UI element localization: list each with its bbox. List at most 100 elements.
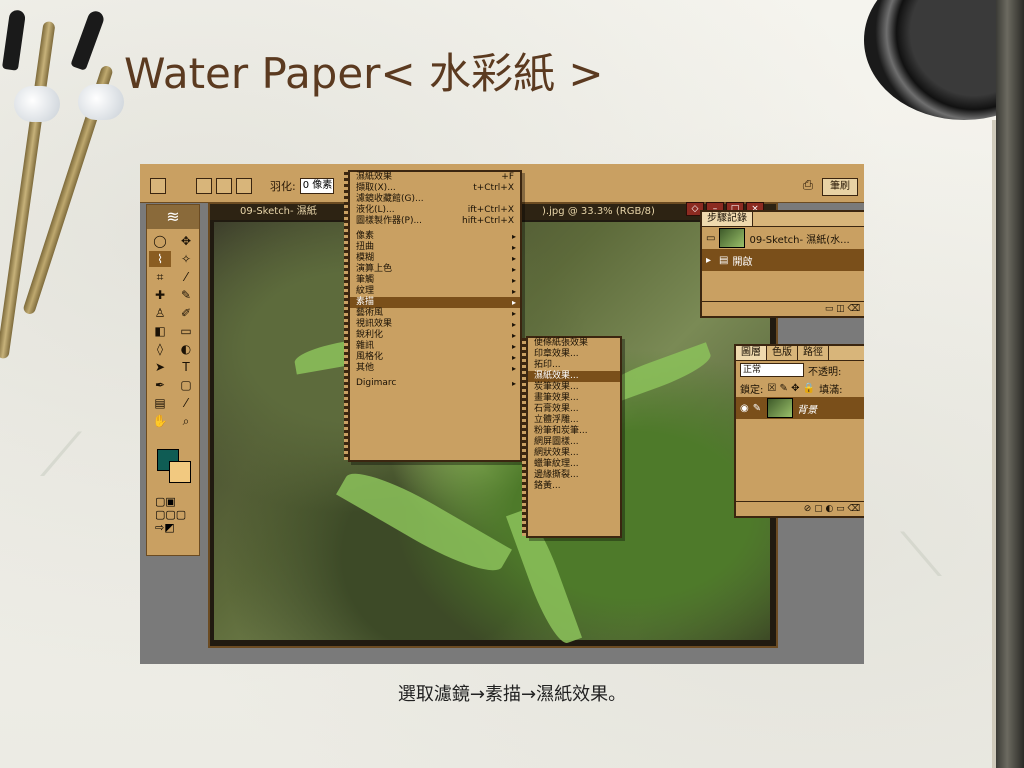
slice-tool-icon[interactable]: ⁄ [175, 269, 197, 285]
submenu-item[interactable]: 網屏圖樣... [528, 437, 620, 448]
magic-wand-icon[interactable]: ✧ [175, 251, 197, 267]
tab-channels[interactable]: 色版 [767, 346, 798, 360]
submenu-item[interactable]: 粉筆和炭筆... [528, 426, 620, 437]
type-tool-icon[interactable]: T [175, 359, 197, 375]
layers-panel: 圖層 色版 路徑 正常 不透明: 鎖定: ☒ ✎ ✥ 🔒 填滿: ◉ ✎ 背景 … [734, 344, 864, 518]
zoom-tool-icon[interactable]: ⌕ [175, 413, 197, 429]
menu-rail [344, 172, 348, 460]
blur-tool-icon[interactable]: ◊ [149, 341, 171, 357]
lasso-tool-icon[interactable]: ⌇ [149, 251, 171, 267]
snapshot-thumbnail [719, 228, 746, 248]
hand-tool-icon[interactable]: ✋ [149, 413, 171, 429]
history-step-label: 開啟 [732, 256, 753, 268]
fill-label: 填滿: [819, 384, 843, 396]
add-selection-icon[interactable] [216, 178, 232, 194]
print-icon[interactable]: ⎙ [800, 178, 816, 194]
submenu-item[interactable]: 網狀效果... [528, 448, 620, 459]
feather-input[interactable]: 0 像素 [299, 178, 334, 194]
submenu-item[interactable]: 邊緣撕裂... [528, 470, 620, 481]
menu-item-render[interactable]: 演算上色 [350, 264, 520, 275]
dodge-tool-icon[interactable]: ◐ [175, 341, 197, 357]
tab-history[interactable]: 步驟記錄 [702, 212, 753, 226]
eraser-tool-icon[interactable]: ◧ [149, 323, 171, 339]
layer-row[interactable]: ◉ ✎ 背景 [736, 397, 864, 419]
document-title-suffix: ).jpg @ 33.3% (RGB/8) [542, 206, 655, 217]
brushes-button[interactable]: 筆刷 [822, 178, 858, 196]
layer-thumbnail [767, 398, 794, 418]
history-footer-icons[interactable]: ▭ ◫ ⌫ [702, 301, 864, 316]
menu-item-sharpen[interactable]: 銳利化 [350, 330, 520, 341]
submenu-item[interactable]: 便條紙張效果 [528, 338, 620, 349]
menu-item-last-filter[interactable]: 濕紙效果 +F [350, 172, 520, 183]
menu-rail [522, 338, 526, 536]
brush-tool-icon[interactable]: ✎ [175, 287, 197, 303]
menu-item-filter-gallery[interactable]: 濾鏡收藏館(G)... [350, 194, 520, 205]
eyedropper-icon[interactable]: ⁄ [175, 395, 197, 411]
layers-footer-icons[interactable]: ⊘ ▢ ◐ ▭ ⌫ [736, 501, 864, 516]
submenu-item[interactable]: 立體浮雕... [528, 415, 620, 426]
menu-item-blur[interactable]: 模糊 [350, 253, 520, 264]
menu-item-artistic[interactable]: 藝術風 [350, 308, 520, 319]
lasso-tool-icon[interactable] [150, 178, 166, 194]
background-color-swatch[interactable] [169, 461, 191, 483]
submenu-item[interactable]: 石膏效果... [528, 404, 620, 415]
pen-tool-icon[interactable]: ✒ [149, 377, 171, 393]
leaf-shape [336, 459, 512, 585]
snapshot-label: 09-Sketch- 濕紙(水... [749, 234, 850, 246]
lock-icons[interactable]: ☒ ✎ ✥ 🔒 [767, 383, 815, 394]
menu-item-brush-strokes[interactable]: 筆觸 [350, 275, 520, 286]
bamboo-decoration: ⟍ [900, 520, 942, 590]
gradient-tool-icon[interactable]: ▭ [175, 323, 197, 339]
slide-title: Water Paper< 水彩紙 > [124, 49, 604, 98]
menu-item-noise[interactable]: 雜訊 [350, 341, 520, 352]
frame-edge [992, 120, 996, 768]
menu-item-distort[interactable]: 扭曲 [350, 242, 520, 253]
marquee-tool-icon[interactable]: ◯ [149, 233, 171, 249]
lock-row: 鎖定: ☒ ✎ ✥ 🔒 填滿: [736, 379, 864, 397]
submenu-item[interactable]: 鉻黃... [528, 481, 620, 492]
submenu-item[interactable]: 印章效果... [528, 349, 620, 360]
menu-item-extract[interactable]: 擷取(X)... t+Ctrl+X [350, 183, 520, 194]
submenu-item[interactable]: 炭筆效果... [528, 382, 620, 393]
history-brush-icon[interactable]: ✐ [175, 305, 197, 321]
menu-item-other[interactable]: 其他 [350, 363, 520, 374]
crop-tool-icon[interactable]: ⌗ [149, 269, 171, 285]
tab-paths[interactable]: 路徑 [798, 346, 829, 360]
history-step[interactable]: ▸ ▤ 開啟 [702, 249, 864, 271]
path-select-icon[interactable]: ➤ [149, 359, 171, 375]
menu-item-stylize[interactable]: 風格化 [350, 352, 520, 363]
ink-jar [14, 86, 60, 122]
layer-name: 背景 [797, 404, 818, 416]
brush-link-icon: ✎ [752, 402, 762, 414]
history-panel: 步驟記錄 ▭ 09-Sketch- 濕紙(水... ▸ ▤ 開啟 ▭ ◫ ⌫ [700, 210, 864, 318]
toolbox: ≋ ◯ ✥ ⌇ ✧ ⌗ ⁄ ✚ ✎ ♙ ✐ ◧ ▭ ◊ ◐ ➤ T ✒ ▢ ▤ … [146, 204, 200, 556]
menu-item-pattern-maker[interactable]: 圖樣製作器(P)... hift+Ctrl+X [350, 216, 520, 227]
tab-layers[interactable]: 圖層 [736, 346, 767, 360]
right-frame-decoration [996, 0, 1024, 768]
menu-item-sketch[interactable]: 素描 [350, 297, 520, 308]
subtract-selection-icon[interactable] [236, 178, 252, 194]
notes-tool-icon[interactable]: ▤ [149, 395, 171, 411]
blend-mode-select[interactable]: 正常 [740, 363, 804, 377]
move-tool-icon[interactable]: ✥ [175, 233, 197, 249]
document-icon: ▤ [719, 254, 729, 266]
feather-logo-icon: ≋ [147, 205, 199, 229]
submenu-item[interactable]: 畫筆效果... [528, 393, 620, 404]
bamboo-decoration: ⟋ [40, 420, 82, 490]
menu-item-digimarc[interactable]: Digimarc [350, 378, 520, 389]
submenu-item[interactable]: 蠟筆紋理... [528, 459, 620, 470]
menu-item-video[interactable]: 視訊效果 [350, 319, 520, 330]
menu-item-texture[interactable]: 紋理 [350, 286, 520, 297]
shape-tool-icon[interactable]: ▢ [175, 377, 197, 393]
eye-icon[interactable]: ◉ [740, 403, 749, 414]
healing-brush-icon[interactable]: ✚ [149, 287, 171, 303]
history-snapshot[interactable]: ▭ 09-Sketch- 濕紙(水... [702, 227, 864, 249]
submenu-item-water-paper[interactable]: 濕紙效果... [528, 371, 620, 382]
stamp-tool-icon[interactable]: ♙ [149, 305, 171, 321]
snapshot-icon: ▭ [706, 232, 716, 244]
menu-item-pixelate[interactable]: 像素 [350, 231, 520, 242]
menu-item-liquify[interactable]: 液化(L)... ift+Ctrl+X [350, 205, 520, 216]
submenu-item[interactable]: 拓印... [528, 360, 620, 371]
new-selection-icon[interactable] [196, 178, 212, 194]
quick-mask-buttons[interactable]: ▢▣ ▢▢▢ ⇨◩ [155, 495, 186, 534]
